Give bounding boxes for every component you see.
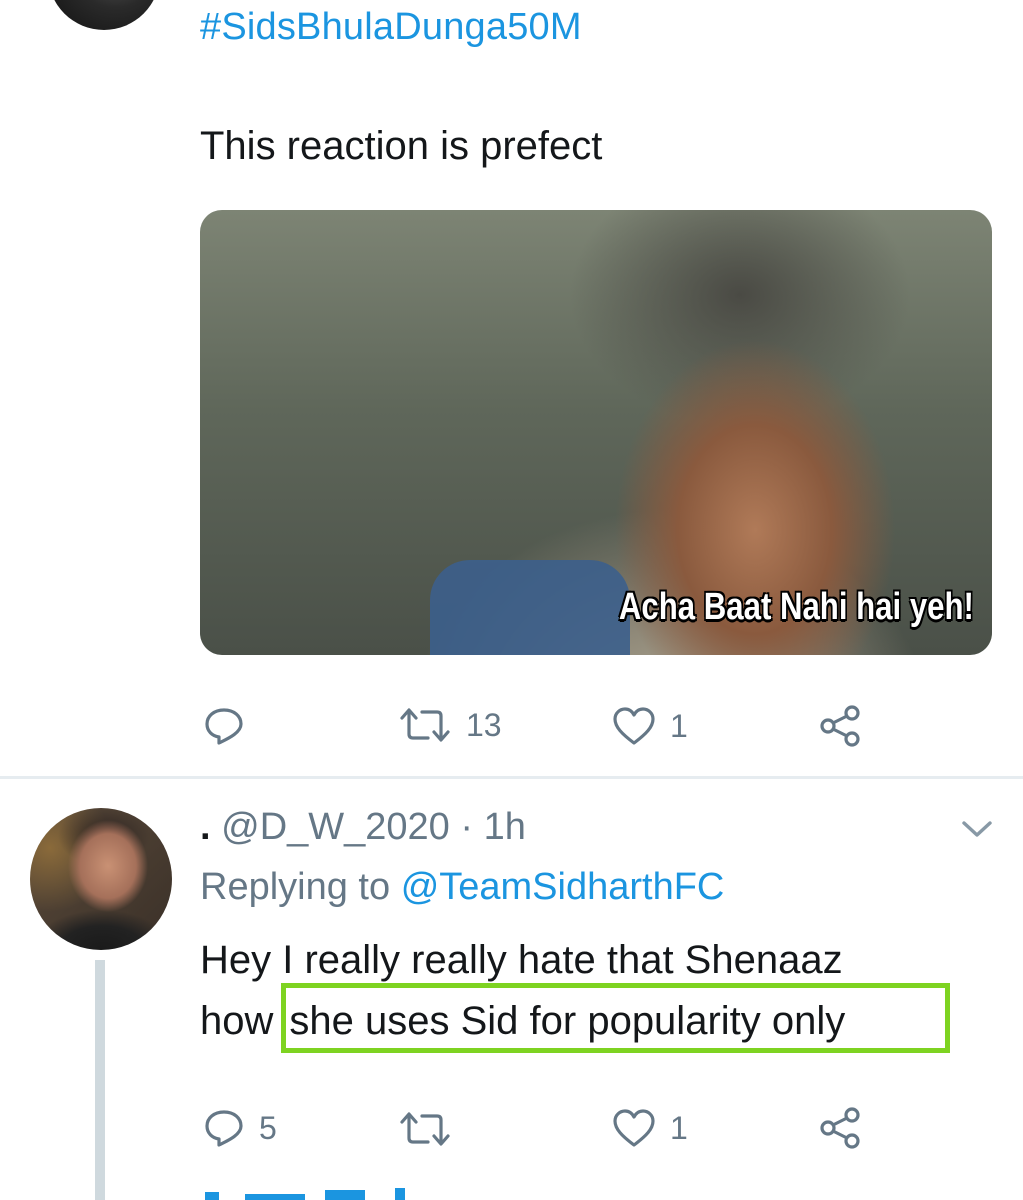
media-caption: Acha Baat Nahi hai yeh! <box>619 586 974 628</box>
user-handle[interactable]: @D_W_2020 <box>221 806 450 848</box>
reply-count: 5 <box>259 1109 277 1146</box>
display-name: . <box>200 806 211 848</box>
caret-down-icon <box>962 821 992 837</box>
share-button[interactable] <box>818 704 862 748</box>
tweet-divider <box>0 776 1023 779</box>
like-icon <box>613 1109 655 1147</box>
replying-prefix: Replying to <box>200 866 391 908</box>
media-figure-shirt <box>430 560 630 655</box>
like-icon <box>613 707 655 745</box>
avatar[interactable] <box>30 808 172 950</box>
share-icon <box>820 1107 860 1149</box>
like-count: 1 <box>670 707 688 744</box>
retweet-button[interactable] <box>398 1110 466 1148</box>
highlight-box <box>281 983 950 1053</box>
more-options-button[interactable] <box>960 818 994 845</box>
reply-header: . @D_W_2020 · 1h <box>200 806 526 849</box>
retweet-icon <box>400 708 450 742</box>
share-icon <box>820 705 860 747</box>
retweet-button[interactable]: 13 <box>398 706 502 744</box>
reply-button[interactable]: 5 <box>203 1108 277 1148</box>
tweet-media-image[interactable]: Acha Baat Nahi hai yeh! <box>200 210 992 655</box>
tweet-text: This reaction is prefect <box>200 124 603 168</box>
timestamp[interactable]: 1h <box>484 806 526 848</box>
meta-separator: · <box>460 806 474 848</box>
thread-line <box>95 960 105 1200</box>
cut-off-next-row <box>205 1188 405 1200</box>
replying-to: Replying to @TeamSidharthFC <box>200 866 724 909</box>
avatar-top[interactable] <box>48 0 160 30</box>
reply-button[interactable] <box>203 706 259 746</box>
like-count: 1 <box>670 1109 688 1146</box>
retweet-count: 13 <box>466 706 502 743</box>
like-button[interactable]: 1 <box>612 706 688 746</box>
reply-icon <box>205 708 243 745</box>
reply-icon <box>205 1110 243 1147</box>
share-button[interactable] <box>818 1106 862 1150</box>
hashtag-link[interactable]: #SidsBhulaDunga50M <box>200 6 582 49</box>
like-button[interactable]: 1 <box>612 1108 688 1148</box>
reply-text-line-1: Hey I really really hate that Shenaaz <box>200 938 843 982</box>
retweet-icon <box>400 1112 450 1146</box>
reply-text-start: how <box>200 999 274 1043</box>
replying-to-handle[interactable]: @TeamSidharthFC <box>401 866 725 908</box>
